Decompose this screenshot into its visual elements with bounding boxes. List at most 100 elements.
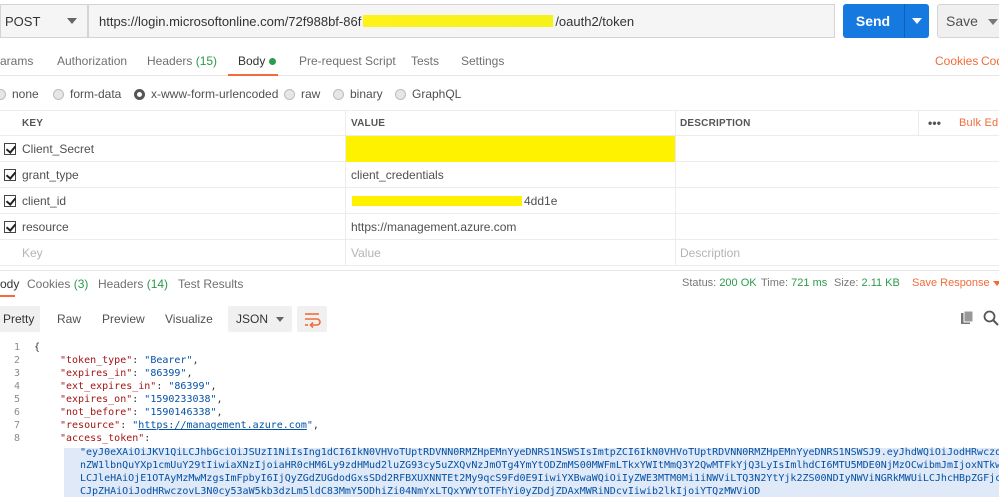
row-checkbox[interactable] — [4, 188, 16, 213]
column-header-key: KEY — [22, 117, 44, 129]
save-response-label: Save Response — [912, 277, 990, 289]
response-tab-headers[interactable]: Headers (14) — [98, 277, 168, 291]
json-key: "expires_in" — [60, 368, 133, 379]
method-select[interactable]: POST — [0, 4, 88, 38]
table-row-placeholder: Key Value Description — [0, 240, 999, 266]
save-button[interactable]: Save — [937, 4, 999, 38]
send-button[interactable]: Send — [843, 4, 929, 38]
save-response-button[interactable]: Save Response — [912, 277, 999, 289]
row-value[interactable]: https://management.azure.com — [351, 214, 516, 239]
table-row: resource https://management.azure.com — [0, 214, 999, 240]
row-key[interactable]: Client_Secret — [22, 136, 94, 161]
radio-circle-icon — [333, 88, 344, 100]
radio-urlencoded[interactable]: x-www-form-urlencoded — [134, 87, 278, 101]
response-tab-cookies-label: Cookies — [27, 277, 71, 291]
view-preview-button[interactable]: Preview — [96, 306, 151, 332]
save-chevron-down-icon[interactable] — [988, 19, 998, 25]
value-placeholder[interactable]: Value — [351, 240, 381, 265]
view-raw-button[interactable]: Raw — [51, 306, 87, 332]
tab-headers-count: (15) — [195, 54, 218, 68]
radio-form-data[interactable]: form-data — [53, 87, 121, 101]
search-icon[interactable] — [983, 310, 999, 326]
json-line: "not_before": "1590146338", — [60, 407, 223, 418]
json-value: "1590146338" — [144, 407, 217, 418]
active-tab-indicator — [228, 74, 278, 76]
line-number: 4 — [13, 381, 20, 392]
size-value: 2.11 KB — [861, 277, 900, 289]
column-divider — [675, 240, 676, 265]
row-checkbox[interactable] — [4, 214, 16, 239]
tab-body[interactable]: Body — [238, 54, 277, 68]
row-checkbox[interactable] — [4, 136, 16, 161]
body-type-selector: none form-data x-www-form-urlencoded raw… — [0, 82, 999, 106]
radio-circle-icon — [53, 88, 64, 100]
column-divider — [675, 214, 676, 239]
wrap-lines-button[interactable] — [297, 306, 327, 332]
tab-headers[interactable]: Headers (15) — [147, 54, 217, 68]
radio-selected-icon — [134, 88, 145, 100]
tab-pre-request-script[interactable]: Pre-request Script — [299, 54, 396, 68]
row-checkbox[interactable] — [4, 162, 16, 187]
chevron-down-icon — [992, 280, 999, 286]
json-value: "86399" — [168, 381, 211, 392]
active-dot-icon — [269, 58, 277, 66]
view-pretty-button[interactable]: Pretty — [0, 306, 41, 332]
json-value: "Bearer" — [144, 355, 193, 366]
code-link[interactable]: Cod — [981, 54, 999, 68]
status-readout: Status: 200 OK — [682, 277, 757, 289]
json-line: "expires_in": "86399", — [60, 368, 193, 379]
chevron-down-icon — [276, 317, 284, 322]
row-key[interactable]: grant_type — [22, 162, 79, 187]
method-label: POST — [5, 13, 41, 29]
send-label: Send — [855, 13, 891, 29]
view-visualize-button[interactable]: Visualize — [159, 306, 219, 332]
row-value[interactable]: 4dd1e — [524, 188, 557, 213]
description-placeholder[interactable]: Description — [680, 240, 740, 265]
access-token-line: CJpZHAiOiJodHRwczovL3N0cy53aW5kb3dzLm5ld… — [80, 486, 761, 497]
checkbox-checked-icon — [4, 220, 16, 233]
row-key[interactable]: client_id — [22, 188, 66, 213]
tab-settings[interactable]: Settings — [461, 54, 504, 68]
response-tab-test-results[interactable]: Test Results — [178, 277, 243, 291]
json-key: "token_type" — [60, 355, 133, 366]
json-value: "1590233038" — [144, 394, 217, 405]
checkbox-checked-icon — [4, 194, 16, 207]
response-tab-body[interactable]: ody — [0, 277, 19, 291]
line-number: 7 — [13, 420, 20, 431]
radio-raw[interactable]: raw — [284, 87, 320, 101]
response-tab-cookies[interactable]: Cookies (3) — [27, 277, 88, 291]
row-key[interactable]: resource — [22, 214, 69, 239]
cookies-link[interactable]: Cookies — [935, 54, 978, 68]
json-link-value[interactable]: https://management.azure.com — [138, 420, 307, 431]
column-divider — [345, 188, 346, 213]
send-divider — [904, 4, 905, 38]
json-line: "token_type": "Bearer", — [60, 355, 199, 366]
json-key: "expires_on" — [60, 394, 133, 405]
json-key: "ext_expires_in" — [60, 381, 157, 392]
response-body[interactable]: 1 { 2 "token_type": "Bearer", 3 "expires… — [0, 338, 999, 497]
line-number: 3 — [13, 368, 20, 379]
tab-params[interactable]: arams — [0, 54, 33, 68]
url-input[interactable]: https://login.microsoftonline.com/72f988… — [88, 4, 835, 38]
send-chevron-down-icon[interactable] — [912, 18, 922, 24]
row-value[interactable]: client_credentials — [351, 162, 444, 187]
tab-tests[interactable]: Tests — [411, 54, 439, 68]
more-options-icon[interactable]: ••• — [928, 111, 941, 135]
line-number: 5 — [13, 394, 20, 405]
time-readout: Time: 721 ms — [761, 277, 827, 289]
redaction-mark — [346, 136, 675, 162]
radio-urlencoded-label: x-www-form-urlencoded — [151, 87, 279, 101]
bulk-edit-link[interactable]: Bulk Edit — [959, 111, 999, 135]
radio-binary[interactable]: binary — [333, 87, 383, 101]
radio-graphql[interactable]: GraphQL — [395, 87, 461, 101]
checkbox-checked-icon — [4, 168, 16, 181]
column-divider — [918, 111, 919, 135]
tab-authorization[interactable]: Authorization — [57, 54, 127, 68]
format-select[interactable]: JSON — [228, 306, 292, 332]
status-value: 200 OK — [719, 277, 757, 289]
key-placeholder[interactable]: Key — [22, 240, 43, 265]
chevron-down-icon — [67, 18, 77, 24]
copy-icon[interactable] — [960, 310, 976, 326]
response-tab-headers-count: (14) — [146, 277, 169, 291]
radio-none[interactable]: none — [0, 87, 39, 101]
